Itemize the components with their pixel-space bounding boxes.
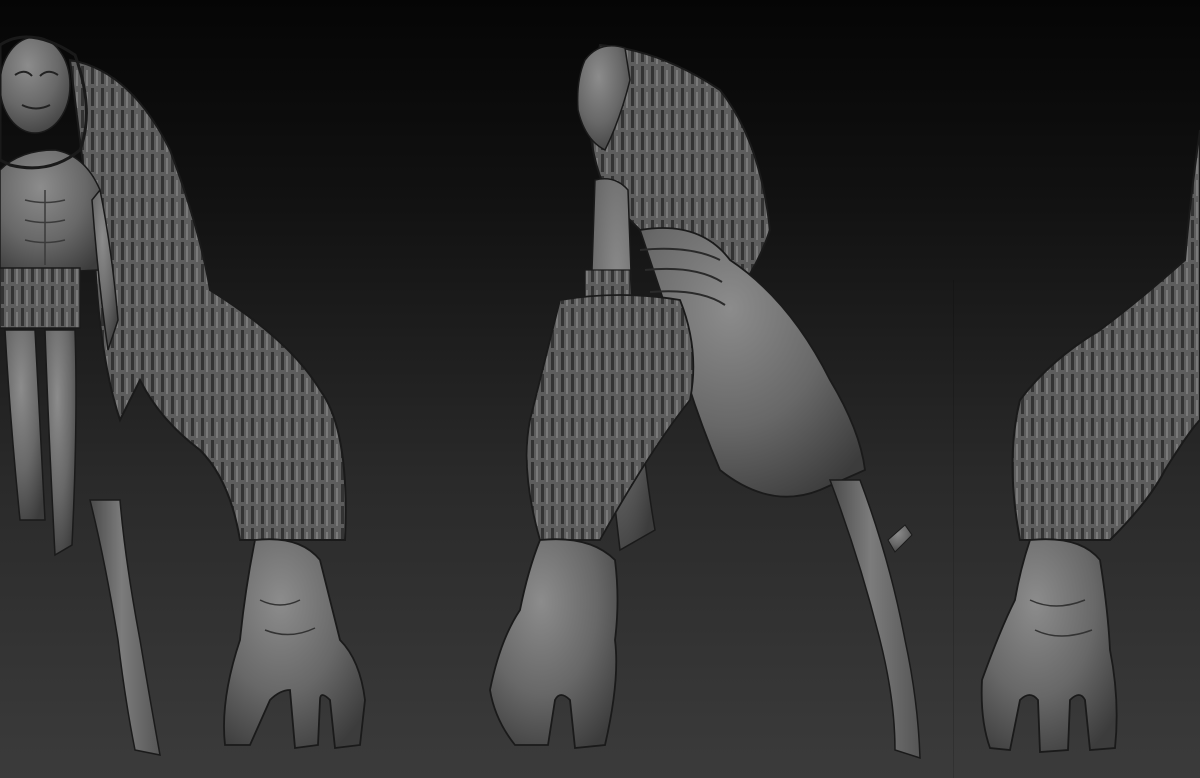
figure-side-view xyxy=(489,43,921,760)
render-canvas xyxy=(0,35,1200,760)
panel-seam xyxy=(953,280,954,778)
sculpt-viewport[interactable] xyxy=(0,0,1200,778)
figure-back-view xyxy=(980,129,1200,753)
figure-front-view xyxy=(0,35,366,756)
